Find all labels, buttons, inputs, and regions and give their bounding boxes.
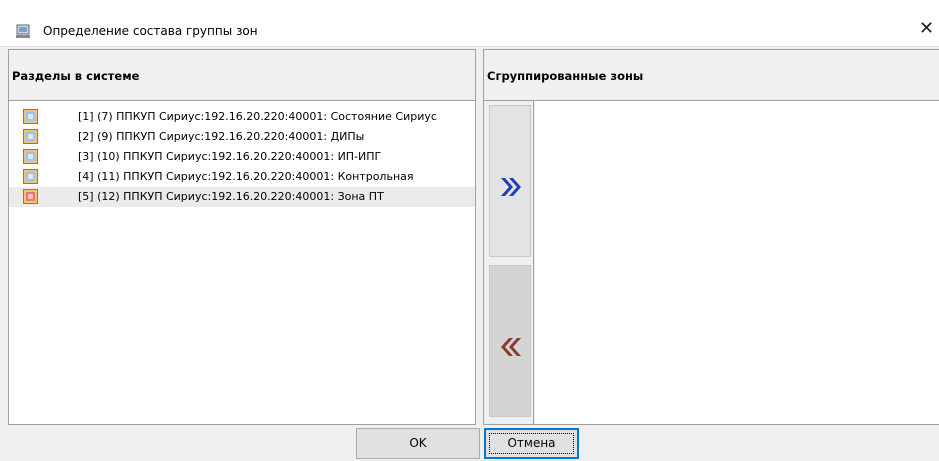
list-item[interactable]: [4] (11) ППКУП Сириус:192.16.20.220:4000… [9,167,475,187]
list-item[interactable]: [3] (10) ППКУП Сириус:192.16.20.220:4000… [9,147,475,167]
ok-button[interactable]: OK [356,428,480,459]
title-bar: Определение состава группы зон ✕ [0,0,939,47]
zone-icon [23,129,38,144]
list-item[interactable]: [5] (12) ППКУП Сириус:192.16.20.220:4000… [9,187,475,207]
grouped-zones-header: Сгруппированные зоны [484,50,939,101]
grouped-zones-panel: Сгруппированные зоны [483,49,939,425]
sections-list[interactable]: [1] (7) ППКУП Сириус:192.16.20.220:40001… [9,101,475,424]
double-chevron-left-icon [501,338,521,356]
double-chevron-right-icon [501,178,521,196]
remove-zone-button[interactable] [489,265,531,417]
zone-icon [23,169,38,184]
zone-icon [23,149,38,164]
sections-header: Разделы в системе [9,50,475,101]
list-item-label: [1] (7) ППКУП Сириус:192.16.20.220:40001… [78,110,437,123]
zone-icon [23,109,38,124]
grouped-zones-list[interactable] [535,101,939,424]
app-window-icon [16,24,30,38]
list-item-label: [2] (9) ППКУП Сириус:192.16.20.220:40001… [78,130,365,143]
list-item[interactable]: [1] (7) ППКУП Сириус:192.16.20.220:40001… [9,107,475,127]
cancel-button-label: Отмена [507,436,556,450]
list-item-label: [3] (10) ППКУП Сириус:192.16.20.220:4000… [78,150,382,163]
zone-fire-icon [23,189,38,204]
close-icon[interactable]: ✕ [919,18,939,40]
list-item[interactable]: [2] (9) ППКУП Сириус:192.16.20.220:40001… [9,127,475,147]
ok-button-label: OK [409,436,427,450]
list-item-label: [5] (12) ППКУП Сириус:192.16.20.220:4000… [78,190,384,203]
window-title: Определение состава группы зон [43,24,258,38]
list-item-label: [4] (11) ППКУП Сириус:192.16.20.220:4000… [78,170,414,183]
add-zone-button[interactable] [489,105,531,257]
cancel-button[interactable]: Отмена [484,428,579,459]
move-buttons-column [484,101,534,424]
sections-panel: Разделы в системе [1] (7) ППКУП Сириус:1… [8,49,476,425]
